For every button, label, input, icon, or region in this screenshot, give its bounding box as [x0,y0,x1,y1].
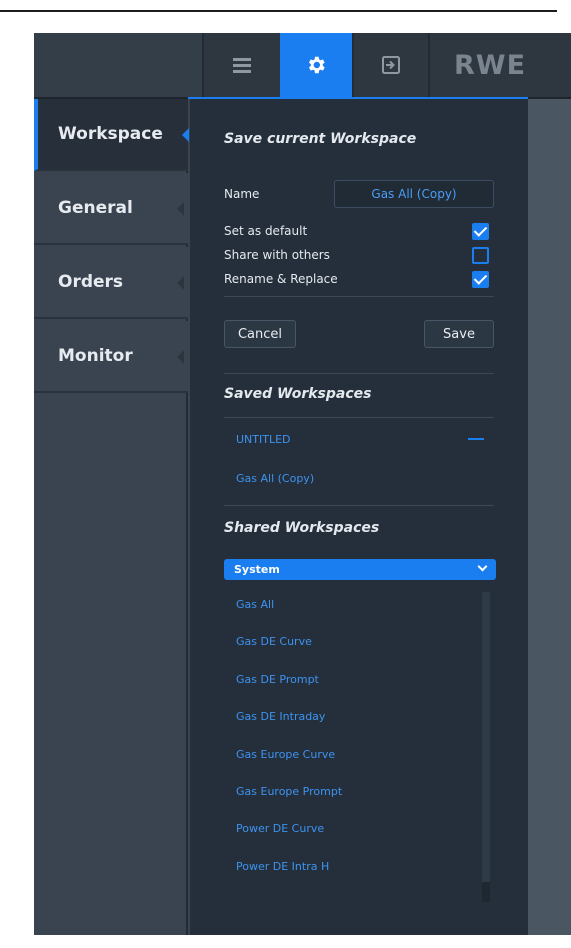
tab-label: Workspace [58,124,163,144]
saved-workspace-item[interactable]: UNTITLED [236,433,291,446]
tab-pointer-icon [182,128,189,142]
select-value: System [234,563,280,576]
scrollbar[interactable] [482,592,490,902]
logo-text: RWE [454,49,527,81]
tab-orders[interactable]: Orders [34,247,188,319]
remove-icon[interactable] [468,438,484,440]
set-default-checkbox[interactable] [472,223,489,240]
tab-general[interactable]: General [34,173,188,245]
divider [224,417,494,418]
list-item[interactable]: Gas DE Intraday [236,710,325,723]
toolbar: RWE [34,33,571,97]
tab-monitor[interactable]: Monitor [34,321,188,393]
chevron-down-icon [477,561,488,572]
tab-pointer-icon [177,202,184,216]
list-item[interactable]: Gas Europe Prompt [236,785,342,798]
share-label: Share with others [224,248,330,262]
tab-label: Orders [58,272,124,292]
rename-replace-label: Rename & Replace [224,272,338,286]
list-item[interactable]: Gas All [236,598,274,611]
list-item[interactable]: Power DE Intra H [236,860,329,873]
sidebar: Workspace General Orders Monitor [34,99,189,935]
right-gutter [528,99,571,935]
save-button[interactable]: Save [424,320,494,348]
set-default-label: Set as default [224,224,308,238]
scrollbar-thumb[interactable] [482,592,490,882]
name-label: Name [224,187,260,201]
shared-workspace-select[interactable]: System [224,559,496,580]
share-checkbox[interactable] [472,247,489,264]
export-icon [382,56,400,74]
tab-pointer-icon [177,350,184,364]
shared-workspace-list: Gas All Gas DE Curve Gas DE Prompt Gas D… [224,587,496,897]
saved-workspace-item[interactable]: Gas All (Copy) [236,472,314,485]
workspace-panel: Save current Workspace Name Gas All (Cop… [190,99,528,935]
gear-icon [308,56,325,74]
top-rule [0,10,557,12]
divider [224,373,494,374]
toolbar-blank [34,33,202,97]
rename-replace-checkbox[interactable] [472,271,489,288]
tab-pointer-icon [177,276,184,290]
save-section-title: Save current Workspace [224,131,417,147]
saved-section-title: Saved Workspaces [224,386,372,402]
list-item[interactable]: Gas DE Prompt [236,673,319,686]
brand-logo: RWE [428,33,571,97]
tab-label: Monitor [58,346,133,366]
settings-button[interactable] [280,33,352,97]
name-input[interactable]: Gas All (Copy) [334,180,494,208]
list-item[interactable]: Gas DE Curve [236,635,312,648]
export-button[interactable] [352,33,428,97]
list-item[interactable]: Gas Europe Curve [236,748,335,761]
divider [224,296,494,297]
cancel-button[interactable]: Cancel [224,320,296,348]
divider [224,505,494,506]
settings-window: RWE Workspace General Orders Monitor Sav… [34,33,571,935]
tab-workspace[interactable]: Workspace [34,99,189,171]
tab-label: General [58,198,133,218]
hamburger-menu-icon [233,55,251,76]
shared-section-title: Shared Workspaces [224,520,380,536]
list-item[interactable]: Power DE Curve [236,822,324,835]
menu-button[interactable] [202,33,280,97]
